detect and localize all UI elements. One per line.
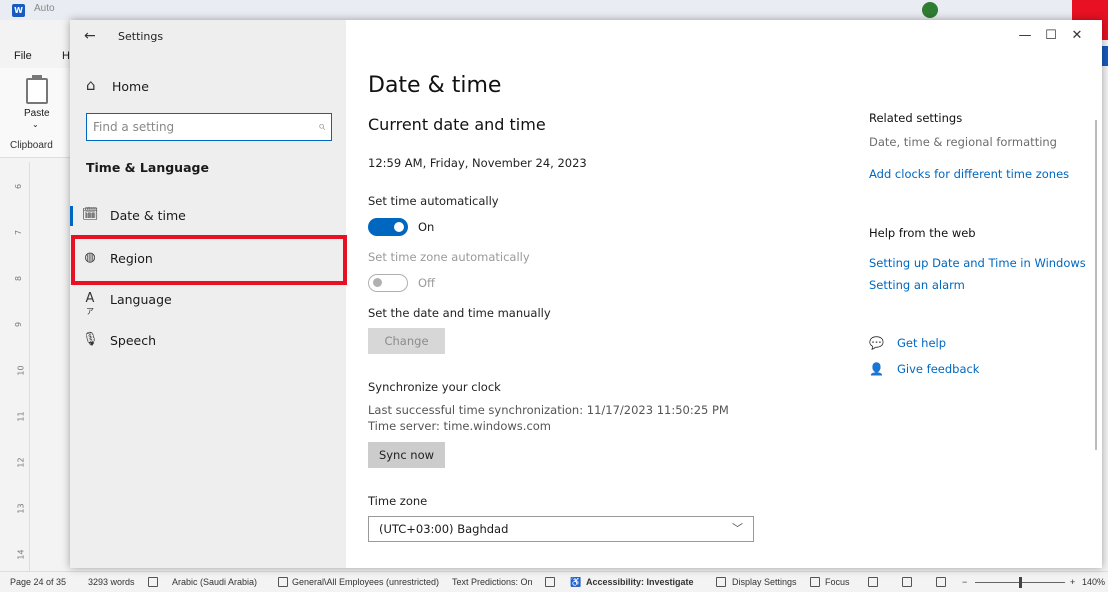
- ribbon-tabs: File H: [0, 20, 70, 68]
- set-timezone-auto-state: Off: [418, 276, 435, 290]
- text-predictions[interactable]: Text Predictions: On: [452, 577, 533, 587]
- section-current-date-time: Current date and time: [368, 115, 546, 134]
- change-button[interactable]: Change: [368, 328, 445, 354]
- ruler-mark: 6: [14, 183, 24, 190]
- language-status[interactable]: Arabic (Saudi Arabia): [172, 577, 257, 587]
- autosave-label[interactable]: Auto: [34, 3, 55, 14]
- macro-icon[interactable]: [545, 577, 558, 587]
- tab-file[interactable]: File: [14, 50, 32, 62]
- settings-content: Date & time Current date and time 12:59 …: [346, 20, 1102, 568]
- sensitivity-icon[interactable]: [278, 577, 291, 587]
- paste-dropdown-icon[interactable]: ⌄: [32, 120, 39, 129]
- related-settings-title: Related settings: [869, 111, 963, 125]
- back-button[interactable]: ←: [84, 28, 96, 44]
- zoom-out-button[interactable]: −: [962, 577, 967, 587]
- read-mode-icon[interactable]: [868, 577, 881, 587]
- time-server-text: Time server: time.windows.com: [368, 419, 552, 433]
- ruler-mark: 11: [16, 411, 26, 422]
- set-time-auto-state: On: [418, 220, 435, 234]
- sensitivity-label[interactable]: General\All Employees (unrestricted): [292, 577, 439, 587]
- microphone-icon: 🎙: [82, 332, 99, 347]
- search-icon[interactable]: ⌕: [318, 119, 325, 134]
- zoom-level[interactable]: 140%: [1082, 577, 1105, 587]
- tab-home[interactable]: H: [62, 50, 70, 62]
- settings-scrollbar[interactable]: [1095, 120, 1097, 450]
- focus-icon[interactable]: [810, 577, 823, 587]
- paste-icon[interactable]: [26, 75, 48, 104]
- time-zone-label: Time zone: [368, 494, 428, 508]
- region-highlight-box: [71, 235, 347, 285]
- clipboard-group-label: Clipboard: [10, 140, 53, 151]
- get-help-link[interactable]: Get help: [897, 336, 946, 350]
- help-link-date-time[interactable]: Setting up Date and Time in Windows: [869, 256, 1086, 270]
- ruler-mark: 10: [16, 365, 26, 376]
- settings-nav-pane: ← Settings ⌂ Home ⌕ Time & Language 🗓 Da…: [70, 20, 346, 568]
- set-timezone-auto-label: Set time zone automatically: [368, 250, 530, 264]
- word-app-icon: W: [12, 4, 25, 17]
- last-sync-text: Last successful time synchronization: 11…: [368, 403, 729, 417]
- nav-item-label: Speech: [110, 333, 157, 348]
- help-link-alarm[interactable]: Setting an alarm: [869, 278, 965, 292]
- nav-home[interactable]: ⌂ Home: [70, 72, 346, 102]
- zoom-slider-thumb[interactable]: [1019, 577, 1022, 588]
- related-settings-subtitle: Date, time & regional formatting: [869, 135, 1057, 149]
- nav-item-label: Date & time: [110, 208, 186, 223]
- calendar-clock-icon: 🗓: [82, 207, 99, 222]
- set-time-auto-label: Set time automatically: [368, 194, 499, 208]
- window-title: Settings: [118, 30, 164, 43]
- user-avatar[interactable]: [922, 2, 938, 18]
- page-count[interactable]: Page 24 of 35: [10, 577, 66, 587]
- nav-section-title: Time & Language: [86, 160, 209, 175]
- language-icon: Aア: [85, 291, 95, 316]
- ruler-mark: 8: [14, 275, 24, 282]
- home-icon: ⌂: [86, 76, 96, 94]
- feedback-icon: 👤: [869, 362, 884, 376]
- manual-date-time-label: Set the date and time manually: [368, 306, 551, 320]
- give-feedback-link[interactable]: Give feedback: [897, 362, 979, 376]
- ruler-mark: 14: [16, 549, 26, 560]
- help-from-web-title: Help from the web: [869, 226, 976, 240]
- web-layout-icon[interactable]: [936, 577, 949, 587]
- current-date-time: 12:59 AM, Friday, November 24, 2023: [368, 156, 587, 170]
- nav-item-date-time[interactable]: 🗓 Date & time: [70, 196, 346, 236]
- display-settings[interactable]: Display Settings: [732, 577, 797, 587]
- chevron-down-icon: ﹀: [732, 522, 743, 535]
- sync-title: Synchronize your clock: [368, 380, 501, 394]
- nav-item-language[interactable]: Aア Language: [70, 280, 346, 320]
- ruler-mark: 13: [16, 503, 26, 514]
- ruler-mark: 12: [16, 457, 26, 468]
- get-help-icon: 💬: [869, 336, 884, 350]
- vertical-ruler: 6 7 8 9 10 11 12 13 14: [6, 162, 30, 572]
- zoom-in-button[interactable]: +: [1070, 577, 1075, 587]
- nav-item-speech[interactable]: 🎙 Speech: [70, 321, 346, 361]
- word-status-bar: Page 24 of 35 3293 words Arabic (Saudi A…: [0, 571, 1108, 592]
- word-title-bar: W Auto: [0, 0, 1108, 20]
- paste-label[interactable]: Paste: [24, 108, 50, 119]
- print-layout-icon[interactable]: [902, 577, 915, 587]
- word-count[interactable]: 3293 words: [88, 577, 135, 587]
- search-box[interactable]: ⌕: [86, 113, 332, 141]
- proofing-icon[interactable]: [148, 577, 161, 587]
- focus-mode[interactable]: Focus: [825, 577, 850, 587]
- page-title: Date & time: [368, 73, 502, 98]
- settings-window: ← Settings ⌂ Home ⌕ Time & Language 🗓 Da…: [70, 20, 1102, 568]
- ruler-mark: 9: [14, 321, 24, 328]
- add-clocks-link[interactable]: Add clocks for different time zones: [869, 167, 1069, 181]
- time-zone-value: (UTC+03:00) Baghdad: [379, 522, 509, 536]
- nav-home-label: Home: [112, 79, 149, 94]
- sync-now-button[interactable]: Sync now: [368, 442, 445, 468]
- display-settings-icon[interactable]: [716, 577, 729, 587]
- nav-item-label: Language: [110, 292, 172, 307]
- time-zone-select[interactable]: (UTC+03:00) Baghdad ﹀: [368, 516, 754, 542]
- accessibility-status[interactable]: Accessibility: Investigate: [586, 577, 694, 587]
- search-input[interactable]: [93, 118, 293, 136]
- set-timezone-auto-toggle[interactable]: [368, 274, 408, 292]
- ruler-mark: 7: [14, 229, 24, 236]
- accessibility-icon[interactable]: ♿: [570, 577, 581, 588]
- set-time-auto-toggle[interactable]: [368, 218, 408, 236]
